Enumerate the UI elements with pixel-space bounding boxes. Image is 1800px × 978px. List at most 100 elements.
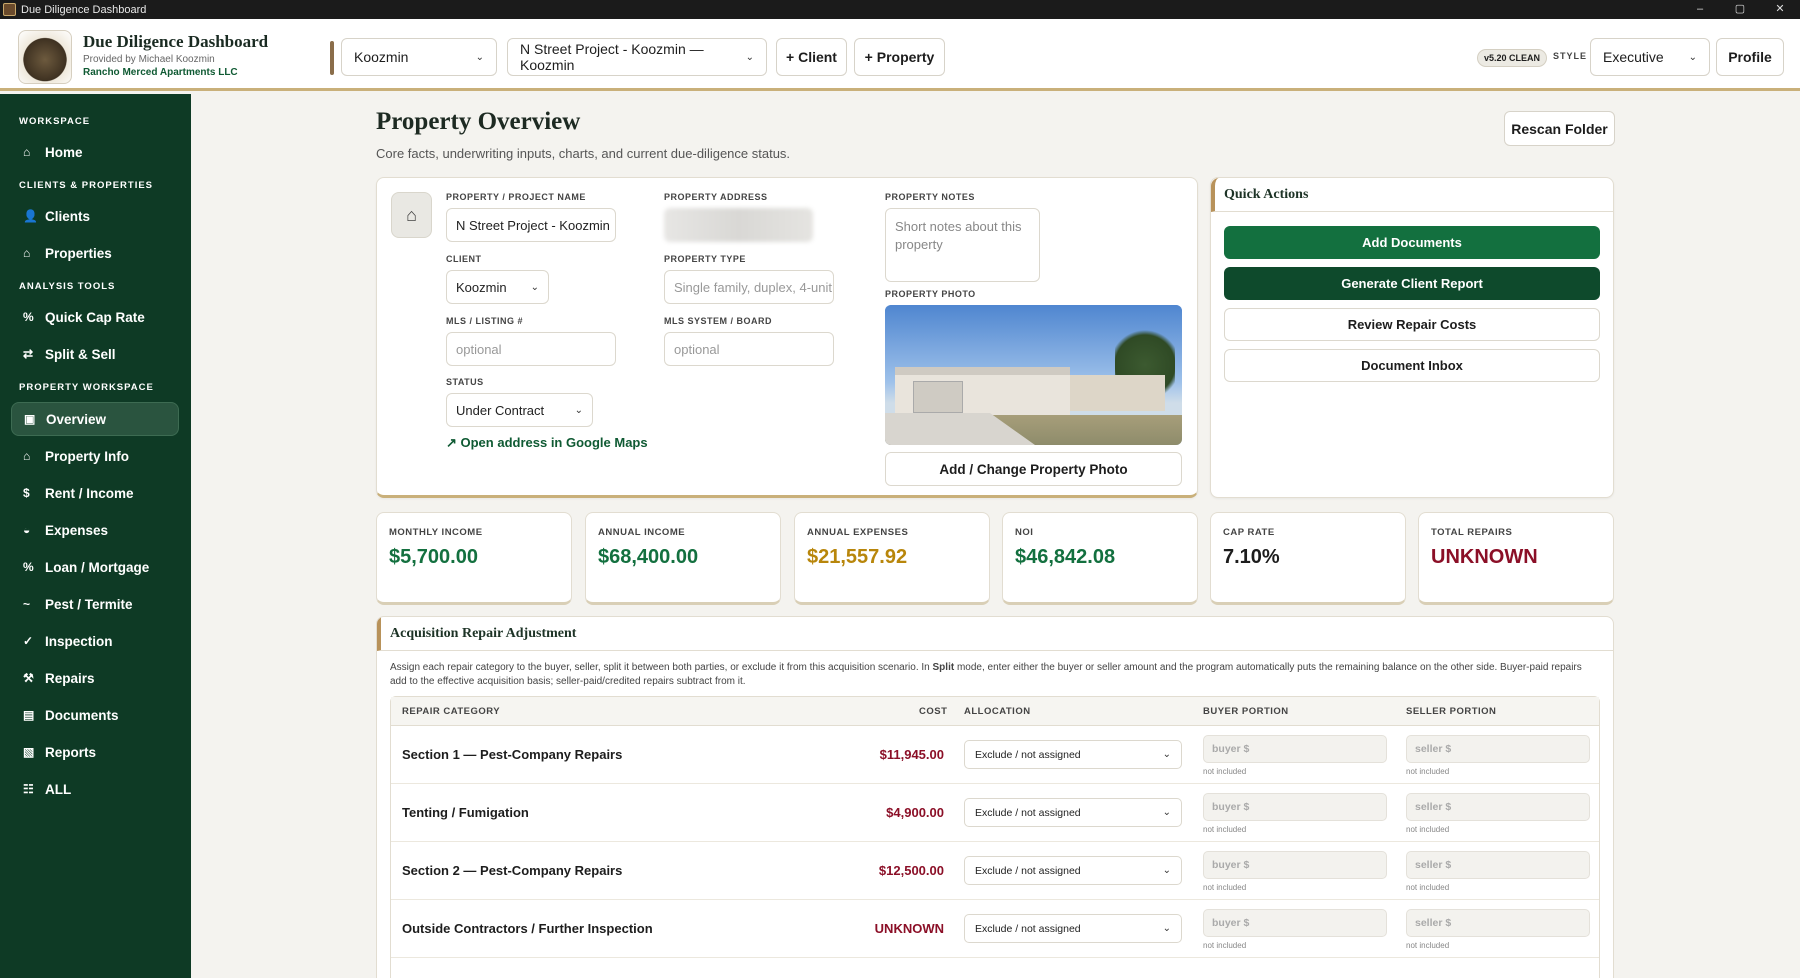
- buyer-portion-input[interactable]: buyer $: [1203, 851, 1387, 879]
- sidebar-item-clients[interactable]: 👤 Clients: [11, 199, 179, 233]
- review-repair-costs-button[interactable]: Review Repair Costs: [1224, 308, 1600, 341]
- repair-category: Tenting / Fumigation: [402, 805, 529, 820]
- document-inbox-button[interactable]: Document Inbox: [1224, 349, 1600, 382]
- check-icon: ✓: [23, 634, 34, 648]
- property-type-input[interactable]: Single family, duplex, 4-unit…: [664, 270, 834, 304]
- sidebar-item-loan-mortgage[interactable]: % Loan / Mortgage: [11, 550, 179, 584]
- col-cost: COST: [919, 706, 948, 717]
- chevron-down-icon: ⌄: [1688, 51, 1697, 63]
- property-notes-input[interactable]: Short notes about this property: [885, 208, 1040, 282]
- sidebar-item-split-sell[interactable]: ⇄ Split & Sell: [11, 337, 179, 371]
- name-label: PROPERTY / PROJECT NAME: [446, 192, 586, 202]
- mls-input[interactable]: optional: [446, 332, 616, 366]
- allocation-select[interactable]: Exclude / not assigned ⌄: [964, 914, 1182, 943]
- sidebar-item-reports[interactable]: ▧ Reports: [11, 735, 179, 769]
- client-field-select[interactable]: Koozmin ⌄: [446, 270, 549, 304]
- add-documents-button[interactable]: Add Documents: [1224, 226, 1600, 259]
- seller-portion-input[interactable]: seller $: [1406, 735, 1590, 763]
- seller-portion-input[interactable]: seller $: [1406, 851, 1590, 879]
- home-icon: ⌂: [23, 145, 31, 159]
- change-photo-button[interactable]: Add / Change Property Photo: [885, 452, 1182, 486]
- repair-category: Section 2 — Pest-Company Repairs: [402, 863, 623, 878]
- sidebar-item-expenses[interactable]: ◒ Expenses: [11, 513, 179, 547]
- sidebar-item-all[interactable]: ☷ ALL: [11, 772, 179, 806]
- seller-portion-input[interactable]: seller $: [1406, 793, 1590, 821]
- status-value: Under Contract: [456, 402, 545, 418]
- seller-portion-input[interactable]: seller $: [1406, 909, 1590, 937]
- maximize-icon[interactable]: ▢: [1720, 0, 1760, 19]
- home-icon: ⌂: [391, 192, 432, 238]
- generate-report-button[interactable]: Generate Client Report: [1224, 267, 1600, 300]
- buyer-note: not included: [1203, 883, 1247, 892]
- app-header: Due Diligence Dashboard Provided by Mich…: [0, 19, 1800, 91]
- close-icon[interactable]: ✕: [1760, 0, 1800, 19]
- kpi-label: ANNUAL INCOME: [598, 527, 686, 538]
- kpi-label: CAP RATE: [1223, 527, 1275, 538]
- minimize-icon[interactable]: –: [1680, 0, 1720, 19]
- client-field-value: Koozmin: [456, 279, 507, 295]
- sidebar-item-documents[interactable]: ▤ Documents: [11, 698, 179, 732]
- sidebar-item-label: Expenses: [45, 522, 109, 538]
- kpi-total-repairs: TOTAL REPAIRS UNKNOWN: [1418, 512, 1614, 605]
- sidebar-item-overview[interactable]: ▣ Overview: [11, 402, 179, 436]
- buyer-note: not included: [1203, 825, 1247, 834]
- buyer-portion-input[interactable]: buyer $: [1203, 735, 1387, 763]
- percent-icon: %: [23, 560, 34, 574]
- sidebar-item-repairs[interactable]: ⚒ Repairs: [11, 661, 179, 695]
- client-select-value: Koozmin: [354, 49, 409, 65]
- repair-cost: $12,500.00: [878, 863, 944, 878]
- status-select[interactable]: Under Contract ⌄: [446, 393, 593, 427]
- allocation-select[interactable]: Exclude / not assigned ⌄: [964, 856, 1182, 885]
- allocation-value: Exclude / not assigned: [975, 806, 1081, 819]
- sidebar-item-inspection[interactable]: ✓ Inspection: [11, 624, 179, 658]
- chevron-down-icon: ⌄: [1162, 749, 1171, 760]
- buyer-portion-input[interactable]: buyer $: [1203, 793, 1387, 821]
- swap-icon: ⇄: [23, 347, 34, 361]
- add-property-button[interactable]: + Property: [854, 38, 945, 76]
- app-icon: [3, 3, 16, 16]
- percent-icon: %: [23, 310, 34, 324]
- property-photo: [885, 305, 1182, 445]
- mls-system-label: MLS SYSTEM / BOARD: [664, 316, 773, 326]
- brand-company: Rancho Merced Apartments LLC: [83, 67, 238, 78]
- sidebar-section-property: PROPERTY WORKSPACE: [19, 382, 154, 393]
- sidebar-item-home[interactable]: ⌂ Home: [11, 135, 179, 169]
- window-title: Due Diligence Dashboard: [21, 3, 147, 16]
- type-label: PROPERTY TYPE: [664, 254, 746, 264]
- sidebar-item-label: Loan / Mortgage: [45, 559, 150, 575]
- sidebar-item-label: Inspection: [45, 633, 113, 649]
- brand-title: Due Diligence Dashboard: [83, 32, 269, 51]
- rescan-folder-button[interactable]: Rescan Folder: [1504, 111, 1615, 146]
- kpi-noi: NOI $46,842.08: [1002, 512, 1198, 605]
- notes-label: PROPERTY NOTES: [885, 192, 975, 202]
- buyer-note: not included: [1203, 941, 1247, 950]
- sidebar-section-analysis: ANALYSIS TOOLS: [19, 281, 116, 292]
- user-icon: 👤: [23, 209, 38, 223]
- home-icon: ⌂: [23, 246, 31, 260]
- sidebar-item-rent-income[interactable]: $ Rent / Income: [11, 476, 179, 510]
- property-name-input[interactable]: N Street Project - Koozmin: [446, 208, 616, 242]
- property-select[interactable]: N Street Project - Koozmin — Koozmin ⌄: [507, 38, 767, 76]
- chevron-down-icon: ⌄: [1162, 807, 1171, 818]
- sidebar-item-properties[interactable]: ⌂ Properties: [11, 236, 179, 270]
- table-row: Section 1 — Pest-Company Repairs $11,945…: [391, 726, 1599, 784]
- profile-button[interactable]: Profile: [1716, 38, 1784, 76]
- mls-system-input[interactable]: optional: [664, 332, 834, 366]
- client-select[interactable]: Koozmin ⌄: [341, 38, 497, 76]
- repair-category: Outside Contractors / Further Inspection: [402, 921, 653, 936]
- sidebar-item-label: Overview: [46, 411, 107, 427]
- buyer-portion-input[interactable]: buyer $: [1203, 909, 1387, 937]
- allocation-select[interactable]: Exclude / not assigned ⌄: [964, 740, 1182, 769]
- brand-block: Due Diligence Dashboard Provided by Mich…: [83, 32, 268, 78]
- table-row: Tenting / Fumigation $4,900.00 Exclude /…: [391, 784, 1599, 842]
- style-select[interactable]: Executive ⌄: [1590, 38, 1710, 76]
- sidebar-item-quick-cap-rate[interactable]: % Quick Cap Rate: [11, 300, 179, 334]
- google-maps-link[interactable]: ↗ Open address in Google Maps: [446, 435, 648, 451]
- address-input-blurred[interactable]: [664, 208, 813, 242]
- allocation-select[interactable]: Exclude / not assigned ⌄: [964, 798, 1182, 827]
- photo-label: PROPERTY PHOTO: [885, 289, 976, 299]
- repair-cost: UNKNOWN: [874, 921, 944, 936]
- sidebar-item-pest-termite[interactable]: ~ Pest / Termite: [11, 587, 179, 621]
- sidebar-item-property-info[interactable]: ⌂ Property Info: [11, 439, 179, 473]
- add-client-button[interactable]: + Client: [776, 38, 847, 76]
